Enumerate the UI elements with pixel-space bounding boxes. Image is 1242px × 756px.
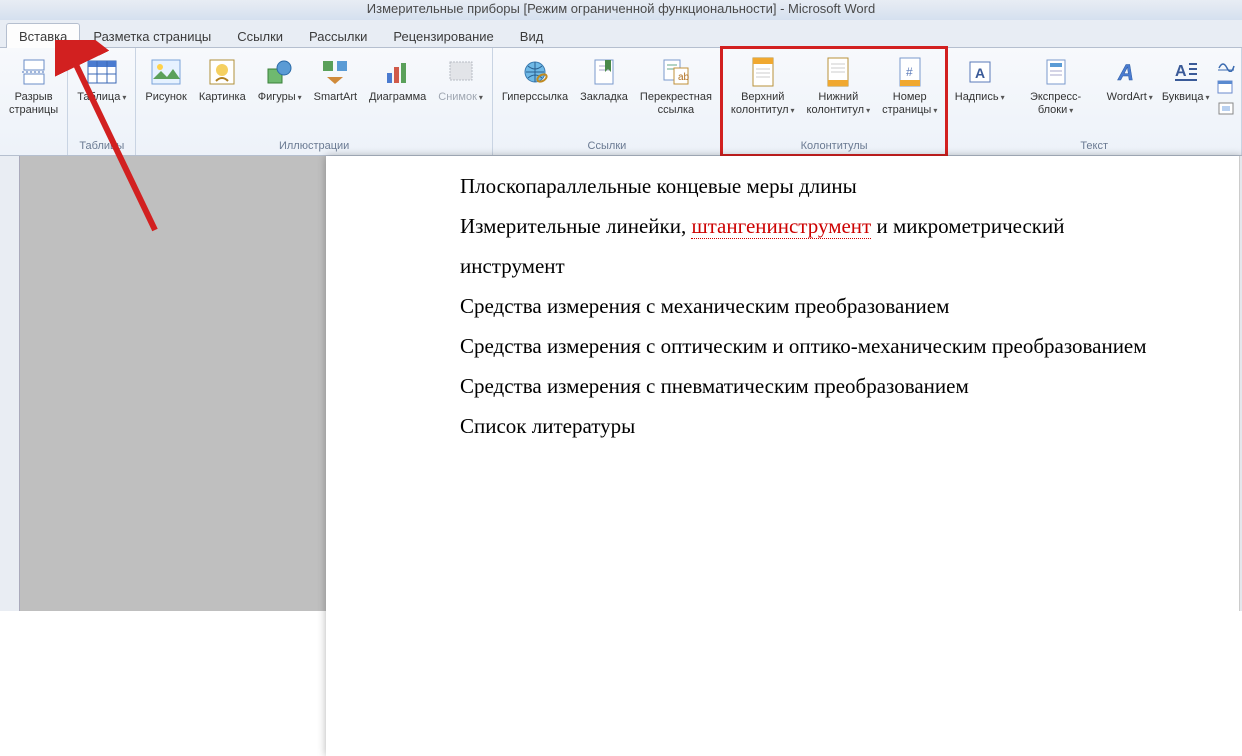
- tab-page-layout[interactable]: Разметка страницы: [80, 23, 224, 48]
- header-button[interactable]: Верхний колонтитул▾: [726, 52, 800, 120]
- page-number-button[interactable]: # Номер страницы▾: [877, 52, 942, 120]
- group-label-text: Текст: [1080, 138, 1108, 155]
- tab-references[interactable]: Ссылки: [224, 23, 296, 48]
- crossref-icon: ab: [659, 55, 693, 89]
- bookmark-button[interactable]: Закладка: [575, 52, 633, 107]
- clipart-icon: [205, 55, 239, 89]
- signature-line-icon[interactable]: [1217, 56, 1235, 75]
- tab-insert[interactable]: Вставка: [6, 23, 80, 48]
- screenshot-button: Снимок▾: [433, 52, 488, 107]
- group-label-hf: Колонтитулы: [801, 138, 868, 155]
- chart-icon: [381, 55, 415, 89]
- smartart-button[interactable]: SmartArt: [309, 52, 362, 107]
- group-text: A Надпись▾ Экспресс-блоки▾ A WordArt▾ A …: [947, 48, 1242, 155]
- dropcap-icon: A: [1169, 55, 1203, 89]
- window-title: Измерительные приборы [Режим ограниченно…: [367, 1, 875, 16]
- tab-mailings[interactable]: Рассылки: [296, 23, 380, 48]
- table-icon: [85, 55, 119, 89]
- document-workspace: Плоскопараллельные концевые меры длины И…: [0, 156, 1242, 611]
- footer-icon: [821, 55, 855, 89]
- chevron-down-icon: ▾: [122, 93, 126, 102]
- group-links: Гиперссылка Закладка ab Перекрестная ссы…: [493, 48, 722, 155]
- clipart-button[interactable]: Картинка: [194, 52, 251, 107]
- group-tables: Таблица▾ Таблицы: [68, 48, 136, 155]
- hyperlink-button[interactable]: Гиперссылка: [497, 52, 573, 107]
- ribbon: Разрыв страницы Таблица▾ Таблицы Рисунок: [0, 48, 1242, 156]
- textbox-button[interactable]: A Надпись▾: [951, 52, 1008, 107]
- group-illustrations: Рисунок Картинка Фигуры▾ SmartArt Диагра…: [136, 48, 493, 155]
- screenshot-icon: [444, 55, 478, 89]
- doc-line: Плоскопараллельные концевые меры длины: [460, 166, 1242, 206]
- footer-button[interactable]: Нижний колонтитул▾: [802, 52, 876, 120]
- page-number-icon: #: [893, 55, 927, 89]
- svg-text:A: A: [975, 65, 985, 81]
- crossref-button[interactable]: ab Перекрестная ссылка: [635, 52, 717, 120]
- picture-icon: [149, 55, 183, 89]
- header-icon: [746, 55, 780, 89]
- doc-line: Средства измерения с оптическим и оптико…: [460, 326, 1242, 366]
- object-icon[interactable]: [1217, 100, 1235, 119]
- tab-view[interactable]: Вид: [507, 23, 557, 48]
- bookmark-icon: [587, 55, 621, 89]
- table-button[interactable]: Таблица▾: [72, 52, 131, 107]
- dropcap-button[interactable]: A Буквица▾: [1158, 52, 1213, 107]
- svg-text:ab: ab: [678, 72, 690, 83]
- tab-review[interactable]: Рецензирование: [380, 23, 506, 48]
- chart-button[interactable]: Диаграмма: [364, 52, 431, 107]
- doc-line: Список литературы: [460, 406, 1242, 446]
- group-label-links: Ссылки: [588, 138, 627, 155]
- doc-line: Средства измерения с пневматическим прео…: [460, 366, 1242, 406]
- ribbon-tabs: Вставка Разметка страницы Ссылки Рассылк…: [0, 20, 1242, 48]
- document-body[interactable]: Плоскопараллельные концевые меры длины И…: [460, 166, 1242, 446]
- doc-line: инструмент: [460, 246, 1242, 286]
- document-page[interactable]: Плоскопараллельные концевые меры длины И…: [326, 156, 1242, 756]
- svg-text:#: #: [906, 65, 913, 79]
- title-bar: Измерительные приборы [Режим ограниченно…: [0, 0, 1242, 20]
- group-header-footer: Верхний колонтитул▾ Нижний колонтитул▾ #…: [722, 48, 947, 155]
- group-label-illustrations: Иллюстрации: [279, 138, 349, 155]
- wordart-icon: A: [1113, 55, 1147, 89]
- wordart-button[interactable]: A WordArt▾: [1103, 52, 1156, 107]
- vertical-ruler[interactable]: [0, 156, 20, 611]
- svg-text:A: A: [1175, 63, 1187, 80]
- quickparts-button[interactable]: Экспресс-блоки▾: [1010, 52, 1101, 120]
- page-break-button[interactable]: Разрыв страницы: [4, 52, 63, 120]
- shapes-icon: [263, 55, 297, 89]
- shapes-button[interactable]: Фигуры▾: [253, 52, 307, 107]
- doc-line: Измерительные линейки, штангенинструмент…: [460, 206, 1242, 246]
- textbox-icon: A: [963, 55, 997, 89]
- group-pages: Разрыв страницы: [0, 48, 68, 155]
- group-label-tables: Таблицы: [79, 138, 124, 155]
- svg-text:A: A: [1117, 60, 1134, 85]
- picture-button[interactable]: Рисунок: [140, 52, 192, 107]
- smartart-icon: [318, 55, 352, 89]
- doc-line: Средства измерения с механическим преобр…: [460, 286, 1242, 326]
- page-break-icon: [17, 55, 51, 89]
- date-time-icon[interactable]: [1217, 78, 1235, 97]
- hyperlink-icon: [518, 55, 552, 89]
- quickparts-icon: [1039, 55, 1073, 89]
